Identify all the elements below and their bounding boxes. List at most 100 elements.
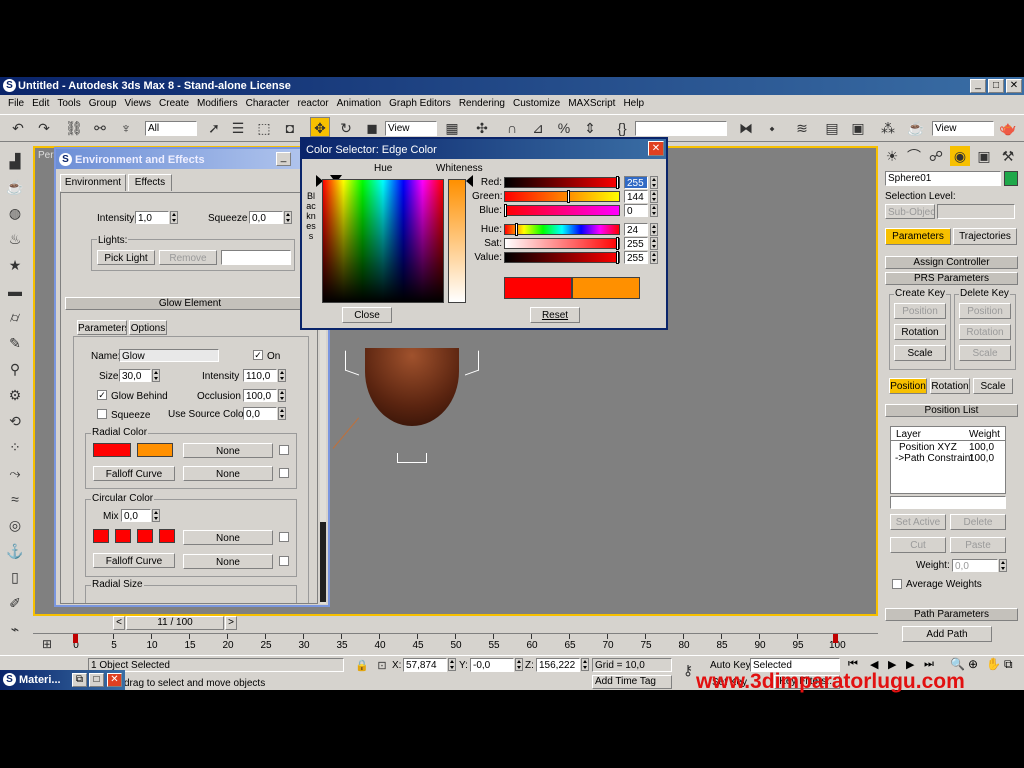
delete-layer-button[interactable]: Delete [950,514,1006,530]
y-coord-field[interactable]: -0,0 [470,658,514,672]
menu-group[interactable]: Group [85,96,121,112]
keyframe-marker[interactable] [73,634,78,643]
assign-controller-rollout[interactable]: Assign Controller [885,256,1018,269]
y-coord-spinner[interactable] [515,658,523,671]
mirror-icon[interactable]: ⧓ [736,118,756,138]
region-select-icon[interactable]: ⬚ [254,118,274,138]
weight-field[interactable]: 0,0 [952,559,998,572]
create-star-icon[interactable]: ★ [5,255,25,275]
old-color-swatch[interactable] [504,277,572,299]
object-color-swatch[interactable] [1004,171,1018,186]
time-prev-button[interactable]: < [113,616,125,630]
circular-color-4-swatch[interactable] [159,529,175,543]
glow-name-field[interactable]: Glow [119,349,219,362]
material-restore-button[interactable]: ⧉ [72,673,87,687]
channel-slider-thumb[interactable] [616,251,619,264]
time-slider-thumb[interactable]: 11 / 100 [126,616,224,630]
create-gear-icon[interactable]: ⚙ [5,385,25,405]
channel-value-field[interactable]: 255 [624,237,648,250]
layer-2-name[interactable]: ->Path Constraint [895,453,973,464]
channel-value-spinner[interactable] [650,223,658,236]
layer-1-name[interactable]: Position XYZ [899,442,957,453]
channel-value-field[interactable]: 255 [624,176,648,189]
x-coord-spinner[interactable] [448,658,456,671]
radial-color-map-button[interactable]: None [183,443,273,458]
channel-slider-thumb[interactable] [514,223,518,236]
occlusion-spinner[interactable] [278,389,286,402]
whiteness-bar[interactable] [448,179,466,303]
edit-named-selection-icon[interactable]: {} [612,118,632,138]
select-link-icon[interactable]: ⛓ [64,118,84,138]
channel-value-field[interactable]: 255 [624,251,648,264]
close-button[interactable]: ✕ [1006,79,1022,93]
weight-spinner[interactable] [999,559,1007,572]
channel-value-field[interactable]: 144 [624,190,648,203]
prs-rotation-button[interactable]: Rotation [930,378,970,394]
menu-reactor[interactable]: reactor [294,96,333,112]
menu-edit[interactable]: Edit [28,96,53,112]
sub-object-dropdown[interactable] [937,204,1015,219]
display-panel-icon[interactable]: ▣ [974,146,994,166]
squeeze2-checkbox[interactable] [97,409,107,419]
menu-help[interactable]: Help [619,96,648,112]
create-tube-icon[interactable]: ▯ [5,567,25,587]
maximize-viewport-icon[interactable]: ⧉ [1004,657,1013,672]
create-key-position-button[interactable]: Position [894,303,946,319]
tab-parameters[interactable]: Parameters [885,228,951,245]
create-camera-icon[interactable]: ▬ [5,281,25,301]
time-slider-bar[interactable]: < 11 / 100 > [33,616,878,632]
channel-slider[interactable] [504,252,620,263]
intensity2-field[interactable]: 110,0 [243,369,277,382]
hierarchy-panel-icon[interactable]: ☍ [926,146,946,166]
create-wind-icon[interactable]: ⤳ [5,463,25,483]
radial-falloff-map-checkbox[interactable] [279,468,289,478]
create-sphere-icon[interactable]: ◍ [5,203,25,223]
env-scrollbar-thumb[interactable] [320,522,326,602]
create-key-rotation-button[interactable]: Rotation [894,324,946,340]
absolute-mode-icon[interactable]: ⊡ [372,656,392,676]
channel-slider-thumb[interactable] [616,176,619,189]
create-tool-icon[interactable]: ✎ [5,333,25,353]
layer-name-field[interactable] [890,496,1006,509]
channel-slider-thumb[interactable] [504,204,507,217]
channel-value-field[interactable]: 24 [624,223,648,236]
material-editor-title[interactable]: Materi... [19,674,61,686]
window-crossing-icon[interactable]: ◘ [280,118,300,138]
average-weights-checkbox[interactable] [892,579,902,589]
color-reset-button[interactable]: Reset [530,307,580,323]
on-checkbox[interactable]: ✓ [253,350,263,360]
unlink-icon[interactable]: ⚯ [90,118,110,138]
zoom-extents-icon[interactable]: ⊕ [968,657,978,671]
menu-character[interactable]: Character [242,96,294,112]
curve-editor-mini-icon[interactable]: ⊞ [37,634,57,654]
select-move-icon[interactable]: ✥ [310,117,330,137]
circular-falloff-map-checkbox[interactable] [279,556,289,566]
menu-rendering[interactable]: Rendering [455,96,509,112]
create-particles-icon[interactable]: ⁘ [5,437,25,457]
layer-1-weight[interactable]: 100,0 [969,442,994,453]
channel-slider-thumb[interactable] [567,190,571,203]
circular-color-2-swatch[interactable] [115,529,131,543]
lock-selection-icon[interactable]: 🔒 [352,656,372,676]
radial-color-1-swatch[interactable] [93,443,131,457]
reference-coord-dropdown[interactable]: View [385,121,437,136]
z-coord-spinner[interactable] [581,658,589,671]
delete-key-scale-button[interactable]: Scale [959,345,1011,361]
quick-render-icon[interactable]: 🫖 [998,118,1018,138]
create-box-icon[interactable]: ▟ [5,151,25,171]
create-ring-icon[interactable]: ◎ [5,515,25,535]
channel-slider[interactable] [504,191,620,202]
pan-icon[interactable]: ✋ [986,657,1001,671]
create-panel-icon[interactable]: ☀ [882,146,902,166]
render-scene-icon[interactable]: ☕ [906,118,926,138]
schematic-view-icon[interactable]: ▣ [848,118,868,138]
channel-value-field[interactable]: 0 [624,204,648,217]
channel-slider[interactable] [504,205,620,216]
layer-list[interactable]: Layer Weight Position XYZ 100,0 ->Path C… [890,426,1006,494]
use-source-color-field[interactable]: 0,0 [243,407,277,420]
spinner-snap-icon[interactable]: ⇕ [580,118,600,138]
create-light-icon[interactable]: ♨ [5,229,25,249]
bind-space-warp-icon[interactable]: ♆ [116,118,136,138]
size-field[interactable]: 30,0 [119,369,151,382]
size-spinner[interactable] [152,369,160,382]
